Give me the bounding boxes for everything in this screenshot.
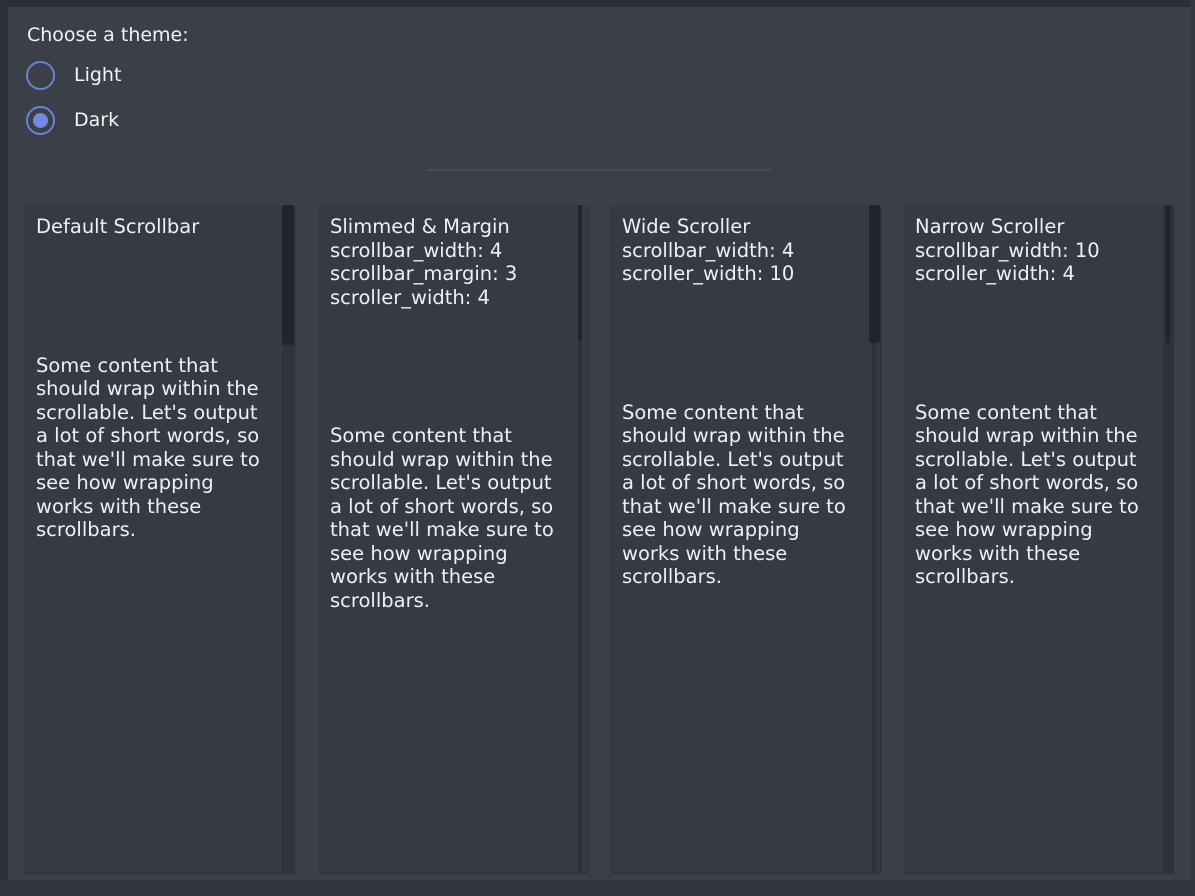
scroll-panel-slimmed-margin[interactable]: Slimmed & Margin scrollbar_width: 4 scro…	[318, 205, 588, 873]
choose-theme-label: Choose a theme:	[27, 23, 189, 47]
panel-title: Wide Scroller	[622, 215, 864, 239]
scrollbar-thumb[interactable]	[869, 205, 880, 343]
radio-label-light: Light	[74, 63, 121, 88]
window-edge-right	[1191, 0, 1195, 896]
panel-content: Some content that should wrap within the…	[622, 401, 854, 589]
panel-param: scroller_width: 4	[915, 262, 1157, 286]
window-edge-left	[0, 0, 8, 896]
scrollbar-thumb[interactable]	[282, 205, 294, 345]
section-divider	[427, 169, 772, 171]
panel-param: scrollbar_margin: 3	[330, 262, 572, 286]
radio-label-dark: Dark	[74, 108, 119, 133]
panel-content: Some content that should wrap within the…	[915, 401, 1147, 589]
panel-title: Slimmed & Margin	[330, 215, 572, 239]
scroll-panel-default[interactable]: Default Scrollbar Some content that shou…	[24, 205, 294, 873]
panel-param: scrollbar_width: 4	[330, 239, 572, 263]
radio-dot-icon	[33, 113, 48, 128]
panel-param: scrollbar_width: 10	[915, 239, 1157, 263]
panel-content: Some content that should wrap within the…	[36, 354, 268, 542]
scroll-panel-wide-scroller[interactable]: Wide Scroller scrollbar_width: 4 scrolle…	[610, 205, 880, 873]
panel-content: Some content that should wrap within the…	[330, 424, 562, 612]
panel-param: scrollbar_width: 4	[622, 239, 864, 263]
scrollbar-thumb[interactable]	[1166, 205, 1170, 343]
scroll-panel-narrow-scroller[interactable]: Narrow Scroller scrollbar_width: 10 scro…	[903, 205, 1173, 873]
radio-circle-icon[interactable]	[26, 61, 55, 90]
radio-circle-selected-icon[interactable]	[26, 106, 55, 135]
panel-param: scroller_width: 4	[330, 286, 572, 310]
panel-param: scroller_width: 10	[622, 262, 864, 286]
app-window: Choose a theme: Light Dark Default Scrol…	[0, 0, 1195, 896]
scrollbar-thumb[interactable]	[578, 205, 582, 341]
panel-title: Narrow Scroller	[915, 215, 1157, 239]
panel-title: Default Scrollbar	[36, 215, 278, 239]
horizontal-scrollbar-track	[0, 880, 1195, 896]
window-edge-top	[0, 0, 1195, 7]
